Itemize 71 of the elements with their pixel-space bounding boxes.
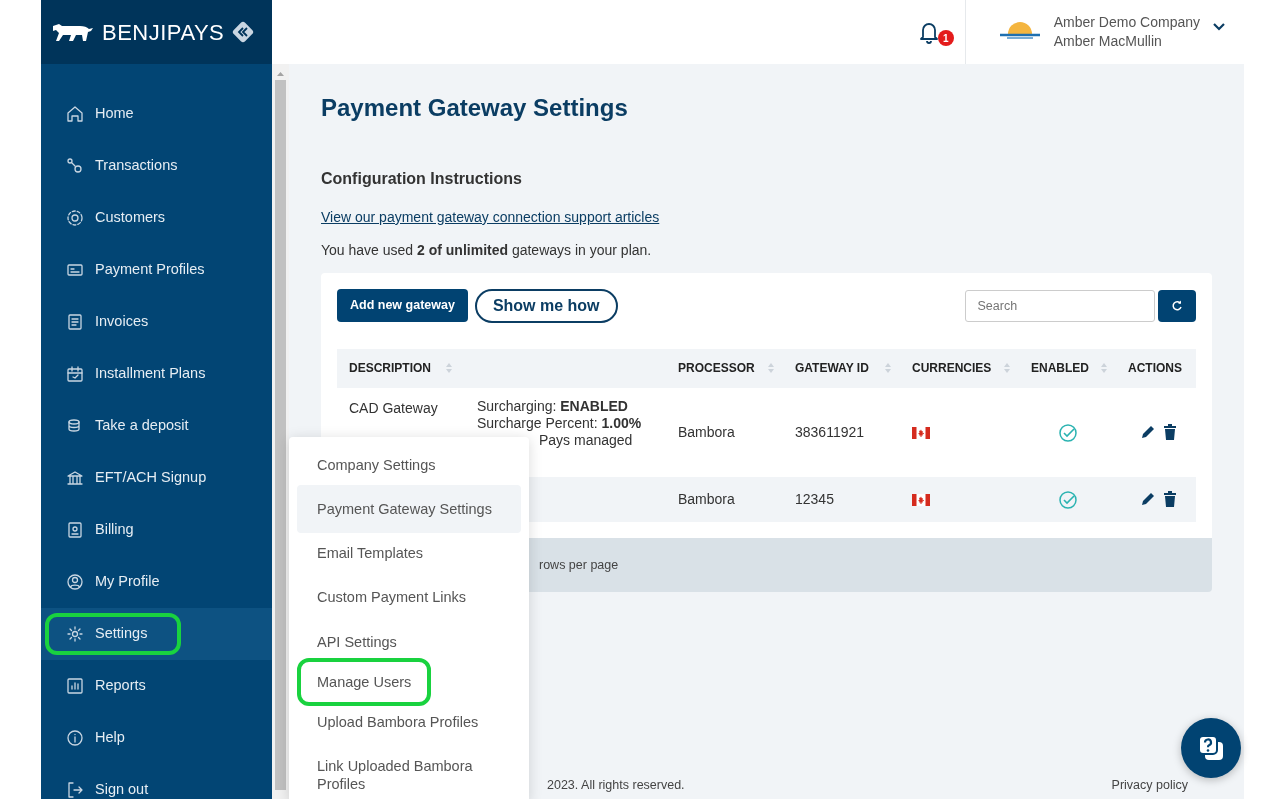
- column-header: ACTIONS: [1128, 360, 1182, 378]
- menu-item[interactable]: Payment Gateway Settings: [297, 485, 521, 534]
- surcharge-text: Surcharge Percent: 1.00%: [477, 414, 643, 432]
- refresh-button[interactable]: [1158, 289, 1196, 322]
- privacy-link[interactable]: Privacy policy: [1111, 776, 1188, 795]
- column-header: DESCRIPTION: [349, 360, 431, 378]
- column-header: CURRENCIES: [912, 360, 992, 378]
- table-cell: Bambora: [666, 476, 783, 523]
- delete-button[interactable]: [1163, 491, 1177, 508]
- support-link[interactable]: View our payment gateway connection support articles: [321, 208, 660, 225]
- column-header: ENABLED: [1031, 360, 1089, 378]
- surcharge-text: Pays managed: [538, 431, 634, 449]
- table-cell: 383611921: [783, 387, 900, 477]
- sidebar-item[interactable]: Help: [41, 712, 272, 764]
- page-title: Payment Gateway Settings: [321, 94, 629, 123]
- trash-icon: [1163, 491, 1177, 508]
- menu-item[interactable]: Manage Users: [297, 657, 432, 706]
- info-icon: [65, 728, 85, 748]
- sidebar-item[interactable]: Payment Profiles: [41, 244, 272, 296]
- sidebar-item[interactable]: Billing: [41, 504, 272, 556]
- notification-badge: 1: [937, 30, 954, 46]
- table-cell: 12345: [783, 476, 900, 523]
- sidebar-item[interactable]: EFT/ACH Signup: [41, 452, 272, 504]
- pencil-icon: [1140, 491, 1156, 508]
- table-cell: CAD Gateway: [349, 399, 438, 416]
- show-me-how-button[interactable]: Show me how: [474, 288, 618, 323]
- sidebar-item[interactable]: Reports: [41, 660, 272, 712]
- sidebar-item[interactable]: Home: [41, 88, 272, 140]
- edit-button[interactable]: [1140, 491, 1156, 508]
- sidebar-item[interactable]: Take a deposit: [41, 400, 272, 452]
- usage-text: You have used 2 of unlimited gateways in your plan.: [321, 240, 653, 260]
- calendar-icon: [65, 364, 85, 384]
- user-icon: [65, 572, 85, 592]
- sidebar-item[interactable]: Transactions: [41, 140, 272, 192]
- sidebar-item[interactable]: My Profile: [41, 556, 272, 608]
- sidebar-item[interactable]: Settings: [41, 608, 272, 660]
- canada-flag-icon: [912, 427, 930, 440]
- sidebar-label: Settings: [95, 624, 148, 644]
- company-name: Amber Demo Company: [1053, 13, 1200, 32]
- trash-icon: [1163, 424, 1177, 441]
- column-header: PROCESSOR: [678, 360, 755, 378]
- chart-icon: [65, 676, 85, 696]
- add-gateway-button[interactable]: Add new gateway: [337, 289, 468, 323]
- settings-icon: [65, 624, 85, 644]
- logo-text: BENJIPAYS: [102, 18, 225, 47]
- column-header: GATEWAY ID: [795, 360, 869, 378]
- copyright-text: 2023. All rights reserved.: [547, 777, 685, 795]
- surcharge-text: Surcharging: ENABLED: [477, 397, 629, 415]
- refresh-icon: [1171, 299, 1183, 312]
- document-icon: [65, 312, 85, 332]
- pencil-icon: [1140, 424, 1156, 441]
- delete-button[interactable]: [1163, 424, 1177, 441]
- rows-per-page-label: rows per page: [539, 556, 619, 574]
- table-cell: Bambora: [666, 387, 783, 477]
- dog-logo-icon: [51, 22, 95, 42]
- sidebar-item[interactable]: Sign out: [41, 764, 272, 799]
- chevron-down-icon: [1212, 22, 1226, 33]
- transactions-icon: [65, 156, 85, 176]
- home-icon: [65, 104, 85, 124]
- sign-out-icon: [65, 780, 85, 799]
- search-field[interactable]: Search: [964, 289, 1155, 322]
- sidebar-item[interactable]: Invoices: [41, 296, 272, 348]
- user-name: Amber MacMullin: [1053, 32, 1163, 51]
- sidebar-item[interactable]: Installment Plans: [41, 348, 272, 400]
- canada-flag-icon: [912, 494, 930, 507]
- section-heading: Configuration Instructions: [321, 168, 523, 189]
- gear-icon: [65, 208, 85, 228]
- edit-button[interactable]: [1140, 424, 1156, 441]
- scrollbar[interactable]: [272, 64, 289, 799]
- badge-icon: [65, 520, 85, 540]
- sidebar-item[interactable]: Customers: [41, 192, 272, 244]
